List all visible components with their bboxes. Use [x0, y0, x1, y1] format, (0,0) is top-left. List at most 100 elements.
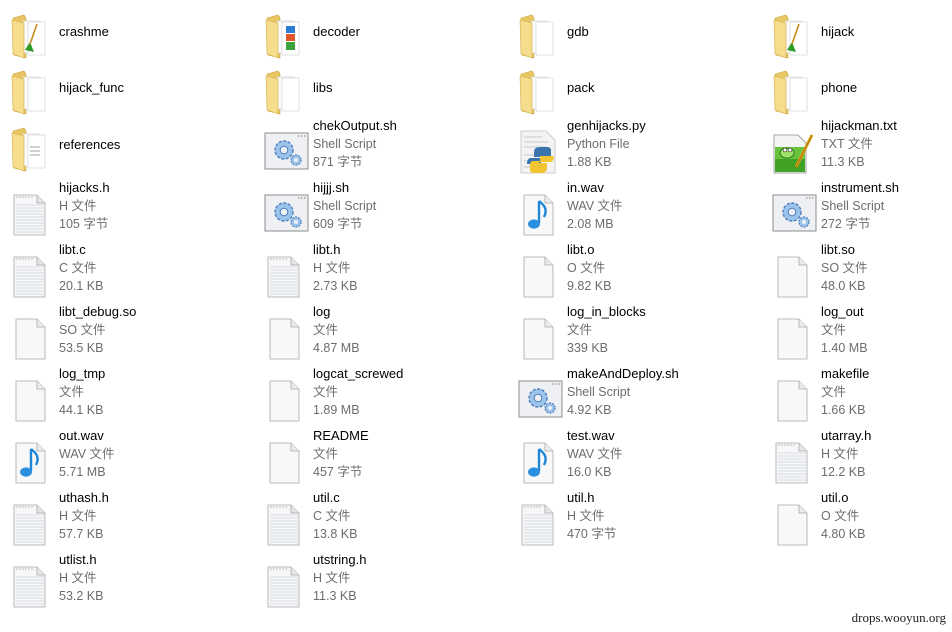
- file-item[interactable]: util.o O 文件 4.80 KB: [762, 490, 952, 553]
- blank-file-icon: [772, 315, 812, 361]
- shell-script-icon: [518, 377, 563, 423]
- file-item[interactable]: uthash.h H 文件 57.7 KB: [0, 489, 254, 553]
- file-item[interactable]: genhijacks.py Python File 1.88 KB: [508, 118, 762, 181]
- item-text: libt.so SO 文件 48.0 KB: [821, 241, 868, 295]
- item-type: TXT 文件: [821, 137, 873, 151]
- item-name: out.wav: [59, 428, 104, 443]
- file-item[interactable]: libt.o O 文件 9.82 KB: [508, 241, 762, 305]
- folder-item[interactable]: hijack_func: [0, 62, 254, 124]
- file-item[interactable]: chekOutput.sh Shell Script 871 字节: [254, 118, 508, 181]
- item-type: H 文件: [59, 509, 97, 523]
- file-item[interactable]: test.wav WAV 文件 16.0 KB: [508, 428, 762, 491]
- blank-file-icon: [772, 377, 812, 423]
- item-size: 871 字节: [313, 155, 363, 169]
- file-item[interactable]: libt.c C 文件 20.1 KB: [0, 241, 254, 305]
- file-item[interactable]: logcat_screwed 文件 1.89 MB: [254, 366, 508, 429]
- item-name: log_tmp: [59, 366, 106, 381]
- folder-item[interactable]: phone: [762, 62, 952, 124]
- shell-script-icon: [264, 191, 309, 237]
- item-type: H 文件: [313, 261, 351, 275]
- item-text: gdb: [567, 23, 589, 41]
- item-name: utarray.h: [821, 428, 872, 443]
- item-size: 44.1 KB: [59, 403, 104, 417]
- file-item[interactable]: log 文件 4.87 MB: [254, 304, 508, 367]
- item-type: 文件: [313, 385, 339, 399]
- item-text: uthash.h H 文件 57.7 KB: [59, 489, 109, 543]
- file-item[interactable]: log_out 文件 1.40 MB: [762, 303, 952, 367]
- blank-file-icon: [518, 253, 558, 299]
- file-item[interactable]: log_tmp 文件 44.1 KB: [0, 365, 254, 429]
- file-item[interactable]: utlist.h H 文件 53.2 KB: [0, 551, 254, 615]
- file-item[interactable]: out.wav WAV 文件 5.71 MB: [0, 428, 254, 491]
- file-item[interactable]: hijacks.h H 文件 105 字节: [0, 179, 254, 243]
- file-item[interactable]: in.wav WAV 文件 2.08 MB: [508, 179, 762, 243]
- item-name: instrument.sh: [821, 180, 900, 195]
- file-tile-view: crashme decoder gdb hijack hijack_func l…: [0, 0, 952, 632]
- item-text: references: [59, 136, 120, 154]
- item-text: instrument.sh Shell Script 272 字节: [821, 179, 899, 233]
- item-text: libt.c C 文件 20.1 KB: [59, 241, 103, 295]
- file-item[interactable]: libt.so SO 文件 48.0 KB: [762, 241, 952, 305]
- item-text: utlist.h H 文件 53.2 KB: [59, 551, 103, 605]
- file-item[interactable]: util.h H 文件 470 字节: [508, 490, 762, 553]
- item-text: libt.o O 文件 9.82 KB: [567, 241, 611, 295]
- item-name: hijack: [821, 24, 855, 39]
- file-item[interactable]: util.c C 文件 13.8 KB: [254, 490, 508, 553]
- text-document-icon: [264, 501, 304, 547]
- folder-item[interactable]: gdb: [508, 6, 762, 68]
- item-size: 1.66 KB: [821, 403, 866, 417]
- item-size: 16.0 KB: [567, 465, 612, 479]
- item-text: decoder: [313, 23, 360, 41]
- item-size: 272 字节: [821, 217, 871, 231]
- file-item[interactable]: instrument.sh Shell Script 272 字节: [762, 179, 952, 243]
- item-type: WAV 文件: [567, 199, 623, 213]
- folder-item[interactable]: hijack: [762, 6, 952, 68]
- item-size: 1.88 KB: [567, 155, 612, 169]
- item-text: hijack_func: [59, 79, 124, 97]
- folder-icon: [518, 14, 558, 60]
- item-name: hijjj.sh: [313, 180, 350, 195]
- item-name: log_in_blocks: [567, 304, 646, 319]
- text-document-icon: [772, 439, 812, 485]
- file-item[interactable]: libt.h H 文件 2.73 KB: [254, 242, 508, 305]
- folder-item[interactable]: decoder: [254, 6, 508, 68]
- file-item[interactable]: log_in_blocks 文件 339 KB: [508, 303, 762, 367]
- item-size: 5.71 MB: [59, 465, 106, 479]
- folder-item[interactable]: crashme: [0, 6, 254, 68]
- item-text: hijacks.h H 文件 105 字节: [59, 179, 110, 233]
- item-type: 文件: [59, 385, 85, 399]
- file-item[interactable]: makefile 文件 1.66 KB: [762, 366, 952, 429]
- item-text: makeAndDeploy.sh Shell Script 4.92 KB: [567, 365, 679, 419]
- file-item[interactable]: hijackman.txt TXT 文件 11.3 KB: [762, 118, 952, 181]
- item-text: in.wav WAV 文件 2.08 MB: [567, 179, 623, 233]
- item-name: util.o: [821, 490, 849, 505]
- item-name: libt.c: [59, 242, 86, 257]
- item-text: hijack: [821, 23, 854, 41]
- watermark: drops.wooyun.org: [851, 610, 946, 625]
- item-type: Python File: [567, 137, 630, 151]
- item-text: utstring.h H 文件 11.3 KB: [313, 551, 366, 605]
- file-item[interactable]: utstring.h H 文件 11.3 KB: [254, 551, 508, 615]
- item-type: H 文件: [313, 571, 351, 585]
- text-document-icon: [10, 191, 50, 237]
- item-text: log_in_blocks 文件 339 KB: [567, 303, 646, 357]
- item-text: log_out 文件 1.40 MB: [821, 303, 868, 357]
- file-item[interactable]: utarray.h H 文件 12.2 KB: [762, 428, 952, 491]
- file-item[interactable]: libt_debug.so SO 文件 53.5 KB: [0, 304, 254, 367]
- folder-item[interactable]: references: [0, 119, 254, 181]
- folder-icon: [264, 70, 304, 116]
- item-size: 13.8 KB: [313, 527, 358, 541]
- file-item[interactable]: makeAndDeploy.sh Shell Script 4.92 KB: [508, 365, 762, 429]
- file-item[interactable]: hijjj.sh Shell Script 609 字节: [254, 180, 508, 243]
- item-type: H 文件: [567, 509, 605, 523]
- item-size: 105 字节: [59, 217, 109, 231]
- file-item[interactable]: README 文件 457 字节: [254, 428, 508, 491]
- folder-icon: [518, 70, 558, 116]
- folder-item[interactable]: libs: [254, 62, 508, 124]
- folder-icon: [10, 70, 50, 116]
- item-name: makeAndDeploy.sh: [567, 366, 679, 381]
- item-text: phone: [821, 79, 857, 97]
- item-text: log_tmp 文件 44.1 KB: [59, 365, 105, 419]
- folder-item[interactable]: pack: [508, 62, 762, 124]
- item-name: logcat_screwed: [313, 366, 404, 381]
